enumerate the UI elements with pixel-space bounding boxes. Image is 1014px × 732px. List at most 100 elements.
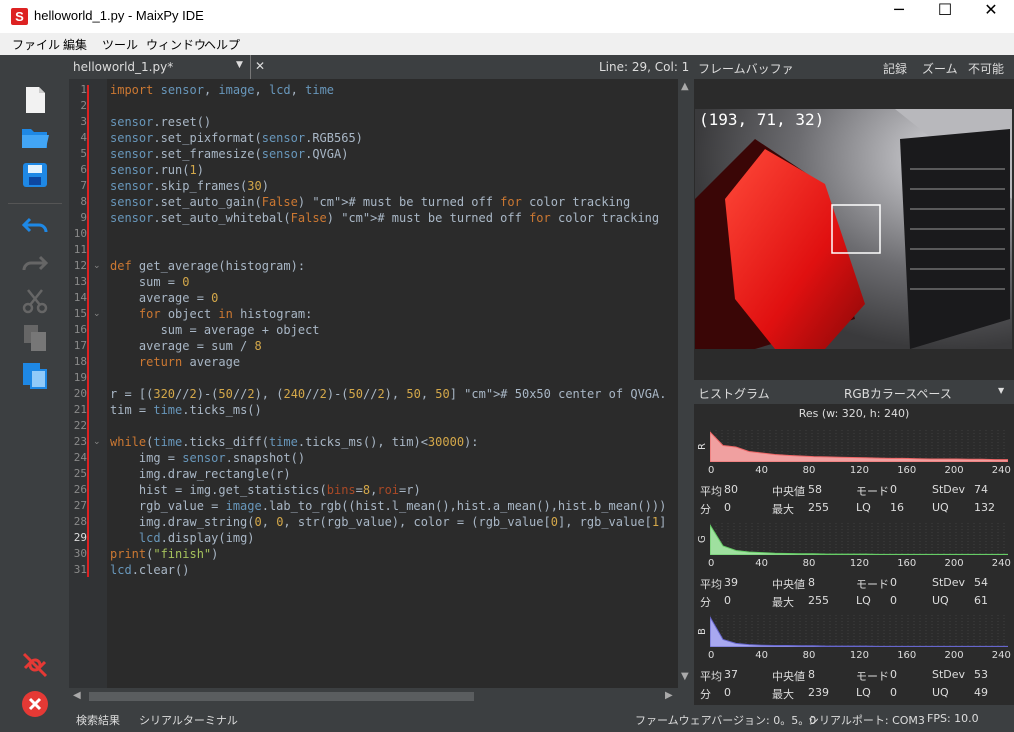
line-number: 7 — [80, 179, 87, 192]
code-line[interactable]: img.draw_rectangle(r) — [110, 467, 291, 481]
menu-file[interactable]: ファイル — [12, 36, 60, 53]
line-number: 29 — [73, 531, 87, 544]
fold-toggle-icon[interactable]: ⌄ — [93, 261, 101, 271]
fps-readout: FPS: 10.0 — [927, 712, 979, 725]
stat-value: 49 — [974, 686, 988, 699]
tab-dropdown-icon[interactable]: ▼ — [236, 60, 243, 70]
close-tab-icon[interactable]: ✕ — [255, 59, 265, 73]
line-number: 24 — [73, 451, 87, 464]
copy-icon[interactable] — [20, 323, 50, 353]
code-line[interactable]: rgb_value = image.lab_to_rgb((hist.l_mea… — [110, 499, 666, 513]
code-line[interactable]: img = sensor.snapshot() — [110, 451, 305, 465]
new-file-icon[interactable] — [20, 85, 50, 115]
line-number: 19 — [73, 371, 87, 384]
paste-icon[interactable] — [20, 360, 50, 390]
horizontal-scrollbar[interactable]: ◀ ▶ — [69, 688, 694, 705]
menu-help[interactable]: ヘルプ — [204, 36, 240, 53]
x-tick-label: 240 — [991, 465, 1011, 476]
redo-icon[interactable] — [20, 249, 50, 279]
code-line[interactable]: sum = average + object — [110, 323, 320, 337]
stat-label: UQ — [932, 686, 949, 699]
vertical-scrollbar[interactable]: ▲ ▼ — [678, 79, 694, 688]
camera-frame: (193, 71, 32) — [695, 109, 1012, 349]
code-line[interactable]: img.draw_string(0, 0, str(rgb_value), co… — [110, 515, 666, 529]
scroll-right-icon[interactable]: ▶ — [665, 690, 673, 701]
camera-preview[interactable]: (193, 71, 32) — [695, 109, 1012, 349]
code-line[interactable]: sum = 0 — [110, 275, 190, 289]
zoom-button[interactable]: ズーム — [922, 60, 958, 77]
horizontal-scroll-thumb[interactable] — [89, 692, 474, 701]
line-number: 21 — [73, 403, 87, 416]
line-number: 3 — [80, 115, 87, 128]
cut-icon[interactable] — [20, 286, 50, 316]
save-icon[interactable] — [20, 160, 50, 190]
code-line[interactable]: lcd.clear() — [110, 563, 189, 577]
code-line[interactable]: r = [(320//2)-(50//2), (240//2)-(50//2),… — [110, 387, 666, 401]
scroll-left-icon[interactable]: ◀ — [73, 690, 81, 701]
maixpy-app-icon: S — [11, 8, 28, 25]
stop-icon[interactable] — [20, 689, 50, 719]
open-folder-icon[interactable] — [20, 122, 50, 152]
x-tick-label: 80 — [802, 558, 816, 569]
scroll-down-icon[interactable]: ▼ — [681, 671, 689, 682]
line-number: 2 — [80, 99, 87, 112]
code-line[interactable]: sensor.skip_frames(30) — [110, 179, 269, 193]
minimize-button[interactable]: ─ — [876, 0, 922, 33]
code-line[interactable]: import sensor, image, lcd, time — [110, 83, 334, 97]
code-line[interactable]: sensor.set_auto_whitebal(False) "cm"># m… — [110, 211, 659, 225]
stat-label: モード — [856, 485, 889, 498]
stat-value: 0 — [890, 686, 897, 699]
stat-label: 分 — [700, 688, 711, 701]
x-tick-label: 80 — [802, 465, 816, 476]
code-line[interactable]: sensor.set_auto_gain(False) "cm"># must … — [110, 195, 630, 209]
code-line[interactable]: print("finish") — [110, 547, 218, 561]
stat-label: LQ — [856, 501, 871, 514]
stat-value: 61 — [974, 594, 988, 607]
serial-terminal-tab[interactable]: シリアルターミナル — [139, 712, 238, 728]
rgb-value-overlay: (193, 71, 32) — [699, 110, 824, 129]
disconnect-icon[interactable] — [20, 650, 50, 680]
maximize-button[interactable]: ☐ — [922, 0, 968, 33]
code-line[interactable]: for object in histogram: — [110, 307, 312, 321]
stat-label: LQ — [856, 686, 871, 699]
menu-window[interactable]: ウィンドウ — [146, 36, 206, 53]
record-button[interactable]: 記録 — [883, 60, 907, 77]
code-line[interactable]: sensor.run(1) — [110, 163, 204, 177]
x-tick-label: 0 — [708, 465, 715, 476]
line-number: 13 — [73, 275, 87, 288]
line-number: 10 — [73, 227, 87, 240]
code-line[interactable]: return average — [110, 355, 240, 369]
left-toolbar — [0, 55, 69, 732]
colorspace-select[interactable]: RGBカラースペース — [844, 385, 952, 402]
menu-edit[interactable]: 編集 — [63, 36, 87, 53]
channel-label: R — [697, 443, 708, 450]
line-number: 17 — [73, 339, 87, 352]
code-line[interactable]: sensor.set_framesize(sensor.QVGA) — [110, 147, 348, 161]
fold-toggle-icon[interactable]: ⌄ — [93, 437, 101, 447]
code-line[interactable]: lcd.display(img) — [110, 531, 255, 545]
menu-tools[interactable]: ツール — [102, 36, 138, 53]
search-results-tab[interactable]: 検索結果 — [76, 712, 120, 728]
disable-button[interactable]: 不可能 — [968, 60, 1004, 77]
code-line[interactable]: while(time.ticks_diff(time.ticks_ms(), t… — [110, 435, 479, 449]
code-editor[interactable]: 1 2 3 4 5 6 7 8 9 10 11 12 ⌄ 13 14 15 ⌄ 16 17 18 19 20 21 22 23 ⌄… — [69, 79, 694, 688]
undo-icon[interactable] — [20, 211, 50, 241]
scroll-up-icon[interactable]: ▲ — [681, 81, 689, 92]
framebuffer-title: フレームバッファ — [698, 62, 794, 76]
code-line[interactable]: def get_average(histogram): — [110, 259, 305, 273]
code-line[interactable]: sensor.set_pixformat(sensor.RGB565) — [110, 131, 363, 145]
colorspace-dropdown-icon[interactable]: ▼ — [998, 386, 1004, 395]
tab-helloworld[interactable]: helloworld_1.py* — [73, 60, 173, 74]
fold-toggle-icon[interactable]: ⌄ — [93, 309, 101, 319]
stat-label: LQ — [856, 594, 871, 607]
stat-label: モード — [856, 670, 889, 683]
close-button[interactable]: ✕ — [968, 0, 1014, 33]
code-line[interactable]: sensor.reset() — [110, 115, 211, 129]
code-line[interactable]: hist = img.get_statistics(bins=8,roi=r) — [110, 483, 421, 497]
x-tick-label: 240 — [991, 650, 1011, 661]
x-tick-label: 0 — [708, 650, 715, 661]
code-line[interactable]: tim = time.ticks_ms() — [110, 403, 262, 417]
code-line[interactable]: average = sum / 8 — [110, 339, 262, 353]
code-line[interactable]: average = 0 — [110, 291, 219, 305]
stat-label: モード — [856, 578, 889, 591]
